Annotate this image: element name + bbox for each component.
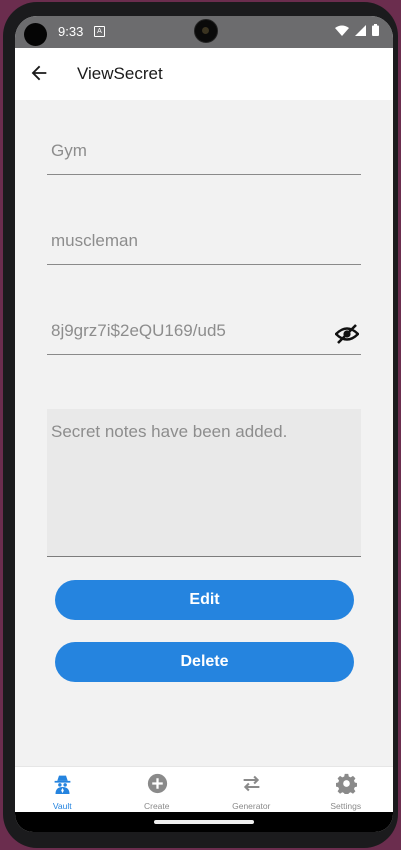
battery-icon: [372, 24, 379, 36]
front-camera: [24, 23, 47, 46]
notes-area[interactable]: Secret notes have been added.: [47, 409, 361, 557]
arrow-left-icon[interactable]: [28, 62, 50, 84]
delete-button[interactable]: Delete: [55, 642, 354, 682]
tab-vault[interactable]: Vault: [15, 767, 110, 813]
tab-create[interactable]: Create: [110, 767, 205, 813]
wifi-icon: [335, 25, 349, 36]
status-bar: 9:33 A: [15, 16, 393, 48]
signal-icon: [355, 24, 366, 36]
username-field[interactable]: muscleman: [47, 222, 361, 265]
plus-circle-icon: [147, 773, 167, 794]
app-bar: ViewSecret: [15, 48, 393, 100]
tab-vault-label: Vault: [52, 801, 72, 811]
notification-icon: A: [94, 26, 105, 37]
camera-notch: [194, 19, 218, 43]
edit-button[interactable]: Edit: [55, 580, 354, 620]
tab-create-label: Create: [143, 801, 170, 811]
status-time: 9:33: [58, 24, 84, 39]
name-value: Gym: [51, 141, 87, 160]
tab-generator[interactable]: Generator: [204, 767, 299, 813]
spy-icon: [54, 775, 71, 794]
username-value: muscleman: [51, 231, 138, 250]
tab-settings[interactable]: Settings: [299, 767, 394, 813]
status-icons: [335, 24, 379, 36]
bottom-tab-bar: Vault Create Generator Settings: [15, 766, 393, 813]
page-title: ViewSecret: [77, 64, 163, 83]
name-field[interactable]: Gym: [47, 132, 361, 175]
home-handle[interactable]: [154, 820, 254, 824]
tab-generator-label: Generator: [232, 801, 271, 811]
eye-off-icon[interactable]: [335, 324, 359, 344]
password-field[interactable]: 8j9grz7i$2eQU169/ud5: [47, 312, 361, 355]
phone-frame: 9:33 A ViewSecret Gym muscleman 8j9grz7i…: [3, 2, 398, 848]
swap-arrows-icon: [243, 775, 260, 792]
gear-icon: [335, 773, 357, 794]
password-value: 8j9grz7i$2eQU169/ud5: [51, 321, 226, 340]
app-screen: 9:33 A ViewSecret Gym muscleman 8j9grz7i…: [15, 16, 393, 832]
notes-value: Secret notes have been added.: [51, 422, 288, 441]
system-nav-bar: [15, 812, 393, 832]
tab-settings-label: Settings: [330, 801, 362, 811]
